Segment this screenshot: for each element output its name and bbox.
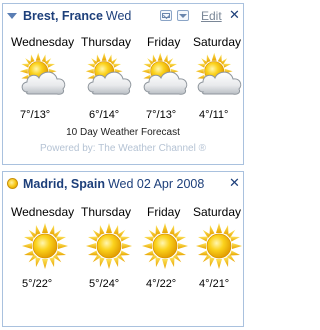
sunny-icon (141, 222, 189, 270)
close-icon[interactable]: ✕ (229, 7, 240, 23)
sun-status-icon (7, 178, 18, 189)
sunny-icon (85, 222, 133, 270)
day-name: Wednesday (11, 35, 75, 49)
day-name: Saturday (193, 35, 242, 49)
location-name[interactable]: Brest, France (23, 9, 103, 23)
powered-by-text[interactable]: Powered by: The Weather Channel ® (3, 143, 243, 154)
day-forecast: Saturday 4°/21° (193, 202, 243, 312)
day-name: Friday (147, 205, 181, 219)
weather-widget-madrid: Madrid, Spain Wed 02 Apr 2008 ✕ Wednesday… (2, 171, 244, 327)
day-name: Thursday (81, 205, 132, 219)
widget-header: Madrid, Spain Wed 02 Apr 2008 ✕ (3, 172, 243, 195)
edit-link[interactable]: Edit (201, 9, 222, 23)
forecast-days: Wednesday 5°/22° Thursday 5°/24° Friday … (3, 202, 243, 312)
day-name: Saturday (193, 205, 242, 219)
email-icon[interactable] (160, 10, 172, 21)
sun-behind-cloud-icon (139, 52, 191, 100)
widget-title: Brest, France Wed (7, 9, 131, 23)
forecast-date: Wed 02 Apr 2008 (107, 177, 205, 191)
day-name: Friday (147, 35, 181, 49)
weather-widget-brest: Brest, France Wed Edit ✕ Wednesday 7°/13°… (2, 3, 244, 165)
day-temp: 5°/24° (89, 278, 120, 290)
day-temp: 7°/13° (20, 109, 51, 121)
sun-behind-cloud-icon (17, 52, 69, 100)
forecast-days: Wednesday 7°/13° Thursday 6°/14° Friday … (3, 32, 243, 142)
widget-title: Madrid, Spain Wed 02 Apr 2008 (7, 177, 204, 191)
sunny-icon (21, 222, 69, 270)
sun-behind-cloud-icon (83, 52, 135, 100)
day-temp: 4°/21° (199, 278, 230, 290)
day-name: Thursday (81, 35, 132, 49)
menu-dropdown-icon[interactable] (177, 10, 189, 21)
location-name[interactable]: Madrid, Spain (23, 177, 105, 191)
day-temp: 4°/22° (146, 278, 177, 290)
day-temp: 6°/14° (89, 109, 120, 121)
sun-behind-cloud-icon (193, 52, 243, 100)
close-icon[interactable]: ✕ (229, 175, 240, 191)
sunny-icon (195, 222, 243, 270)
widget-header: Brest, France Wed Edit ✕ (3, 4, 243, 27)
day-temp: 5°/22° (22, 278, 53, 290)
day-name: Wednesday (11, 205, 75, 219)
collapse-arrow-icon[interactable] (7, 13, 17, 19)
day-temp: 7°/13° (146, 109, 177, 121)
ten-day-forecast-link[interactable]: 10 Day Weather Forecast (3, 127, 243, 138)
forecast-date: Wed (105, 9, 132, 23)
day-forecast: Saturday 4°/11° (193, 32, 243, 142)
day-temp: 4°/11° (199, 109, 229, 121)
